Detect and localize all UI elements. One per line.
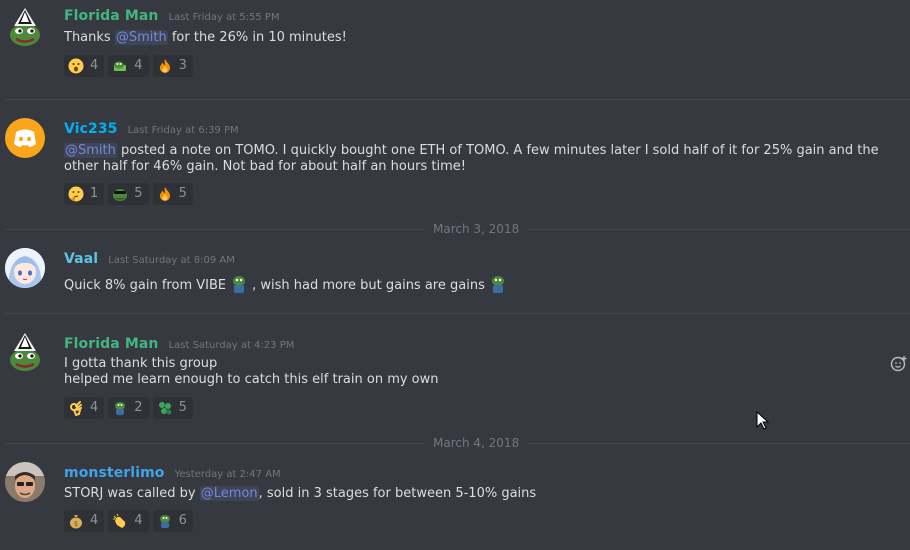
svg-text:$: $ bbox=[74, 520, 78, 528]
reaction-ok-hand[interactable]: 4 bbox=[64, 397, 105, 419]
fire-icon bbox=[159, 59, 170, 73]
reaction-fire[interactable]: 3 bbox=[152, 55, 193, 77]
reaction-pepe-sunglasses[interactable]: 5 bbox=[108, 183, 149, 205]
reaction-money-bag[interactable]: $ 4 bbox=[64, 510, 105, 532]
date-divider: March 3, 2018 bbox=[5, 222, 910, 236]
pepe-wizard-icon bbox=[5, 8, 45, 48]
add-reaction-icon bbox=[890, 356, 907, 372]
message-separator bbox=[5, 313, 910, 314]
message-separator bbox=[5, 99, 910, 100]
date-label: March 4, 2018 bbox=[425, 436, 528, 450]
pepe-sunglasses-icon bbox=[113, 189, 128, 201]
reaction-fire[interactable]: 5 bbox=[152, 183, 193, 205]
reaction-pepe[interactable]: 6 bbox=[152, 510, 193, 532]
pepe-cash-icon bbox=[114, 61, 127, 71]
money-dollar-icon bbox=[158, 402, 172, 415]
author-name[interactable]: Vic235 bbox=[64, 121, 118, 137]
pepe-emoji-icon bbox=[159, 515, 170, 528]
message-florida-man-2: Florida Man Last Saturday at 4:23 PM I g… bbox=[0, 333, 910, 423]
date-label: March 3, 2018 bbox=[425, 222, 528, 236]
discord-logo-icon bbox=[14, 129, 36, 147]
message-text: STORJ was called by @Lemon, sold in 3 st… bbox=[64, 486, 537, 501]
avatar[interactable] bbox=[5, 8, 45, 48]
add-reaction-button[interactable] bbox=[890, 355, 908, 373]
message-text: I gotta thank this group helped me learn… bbox=[64, 356, 439, 387]
author-name[interactable]: Florida Man bbox=[64, 8, 158, 24]
user-mention[interactable]: @Lemon bbox=[199, 486, 259, 501]
timestamp: Last Friday at 6:39 PM bbox=[127, 125, 239, 136]
avatar[interactable] bbox=[5, 462, 45, 502]
message-text: Thanks @Smith for the 26% in 10 minutes! bbox=[64, 30, 347, 45]
author-name[interactable]: Florida Man bbox=[64, 336, 158, 352]
avatar[interactable] bbox=[5, 248, 45, 288]
message-text: Quick 8% gain from VIBE , wish had more … bbox=[64, 274, 884, 294]
author-name[interactable]: Vaal bbox=[64, 251, 98, 267]
reactions: 4 4 3 bbox=[64, 55, 193, 77]
pepe-wizard-icon bbox=[5, 333, 45, 373]
message-florida-man-1: Florida Man Last Friday at 5:55 PM Thank… bbox=[0, 5, 910, 95]
reactions: 4 2 5 bbox=[64, 397, 193, 419]
pepe-emoji-icon bbox=[233, 276, 246, 293]
message-text: @Smith posted a note on TOMO. I quickly … bbox=[64, 143, 879, 174]
money-bag-icon: $ bbox=[70, 515, 82, 529]
reaction-clap[interactable]: 4 bbox=[108, 510, 149, 532]
author-name[interactable]: monsterlimo bbox=[64, 465, 165, 481]
chat-message-list: Florida Man Last Friday at 5:55 PM Thank… bbox=[0, 0, 910, 550]
reactions: 1 5 5 bbox=[64, 183, 193, 205]
thinking-face-icon bbox=[68, 186, 84, 202]
message-vaal: Vaal Last Saturday at 8:09 AM Quick 8% g… bbox=[0, 248, 910, 308]
pepe-emoji-icon bbox=[115, 402, 126, 415]
reaction-pepe-cash[interactable]: 4 bbox=[108, 55, 149, 77]
fire-icon bbox=[159, 187, 170, 201]
message-vic235: Vic235 Last Friday at 6:39 PM @Smith pos… bbox=[0, 118, 910, 213]
date-divider: March 4, 2018 bbox=[5, 436, 910, 450]
timestamp: Last Saturday at 8:09 AM bbox=[108, 255, 235, 266]
user-photo-icon bbox=[5, 462, 45, 502]
pepe-emoji-icon bbox=[491, 276, 504, 293]
avatar[interactable] bbox=[5, 118, 45, 158]
reaction-money[interactable]: 5 bbox=[152, 397, 193, 419]
mouse-cursor-icon bbox=[756, 411, 770, 430]
user-mention[interactable]: @Smith bbox=[114, 30, 168, 45]
avatar[interactable] bbox=[5, 333, 45, 373]
user-mention[interactable]: @Smith bbox=[64, 143, 117, 158]
reaction-open-mouth[interactable]: 4 bbox=[64, 55, 105, 77]
clapping-hands-icon bbox=[113, 513, 126, 528]
reactions: $ 4 4 6 bbox=[64, 510, 193, 532]
timestamp: Yesterday at 2:47 AM bbox=[174, 469, 281, 480]
timestamp: Last Saturday at 4:23 PM bbox=[168, 340, 295, 351]
open-mouth-face-icon bbox=[68, 58, 84, 74]
anime-girl-icon bbox=[5, 248, 45, 288]
timestamp: Last Friday at 5:55 PM bbox=[168, 12, 280, 23]
ok-hand-icon bbox=[70, 401, 82, 416]
reaction-thinking[interactable]: 1 bbox=[64, 183, 105, 205]
message-monsterlimo: monsterlimo Yesterday at 2:47 AM STORJ w… bbox=[0, 462, 910, 550]
reaction-pepe[interactable]: 2 bbox=[108, 397, 149, 419]
